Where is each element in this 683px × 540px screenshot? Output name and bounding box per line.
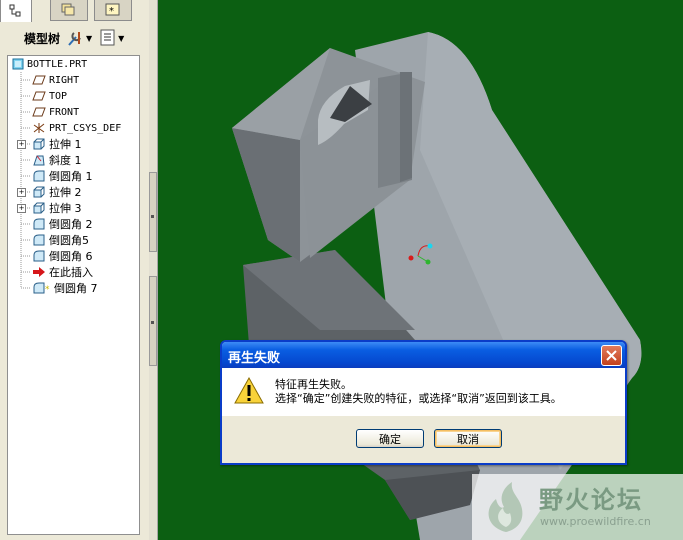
navigator-panel: * 模型树 ▼ ▼ BOTTLE.PRT RIGHT TOP FRONT PRT… <box>0 0 158 540</box>
dialog-title: 再生失败 <box>228 351 281 366</box>
tree-icon <box>9 4 21 17</box>
extrude-icon <box>33 202 45 214</box>
tree-item-draft-1[interactable]: 斜度 1 <box>32 152 82 168</box>
watermark-name: 野火论坛 <box>539 486 643 514</box>
cancel-button[interactable]: 取消 <box>434 429 502 448</box>
favorites-icon: * <box>105 3 120 17</box>
tree-item-label: 斜度 1 <box>49 154 82 167</box>
tree-item-extrude-3[interactable]: 拉伸 3 <box>32 200 82 216</box>
tree-item-label: PRT_CSYS_DEF <box>49 122 122 134</box>
warning-icon <box>234 377 264 404</box>
ok-button[interactable]: 确定 <box>356 429 424 448</box>
navigator-tabs: * <box>0 0 157 22</box>
tab-model-tree[interactable] <box>0 0 32 22</box>
tree-item-label: 倒圆角 2 <box>49 218 93 231</box>
regeneration-failed-dialog[interactable]: 再生失败 特征再生失败。 选择“确定”创建失败的特征，或选择“取消”返回到该工具… <box>220 340 627 465</box>
svg-text:*: * <box>45 285 50 295</box>
model-tree[interactable]: BOTTLE.PRT RIGHT TOP FRONT PRT_CSYS_DEF … <box>7 55 140 535</box>
tree-item-csys[interactable]: PRT_CSYS_DEF <box>32 120 121 136</box>
dialog-message-line2: 选择“确定”创建失败的特征，或选择“取消”返回到该工具。 <box>275 392 562 405</box>
extrude-icon <box>33 186 45 198</box>
tree-item-label: 拉伸 3 <box>49 202 82 215</box>
tree-item-round-7[interactable]: * 倒圆角 7 <box>32 280 98 296</box>
csys-icon <box>33 123 45 133</box>
tree-item-label: 倒圆角5 <box>49 234 89 247</box>
extrude-icon <box>33 138 45 150</box>
model-tree-label: 模型树 <box>24 31 61 46</box>
tree-item-top[interactable]: TOP <box>32 88 67 104</box>
splitter-handle[interactable] <box>149 172 157 252</box>
tree-item-label: 拉伸 1 <box>49 138 82 151</box>
tab-favorites[interactable]: * <box>94 0 132 21</box>
round-icon <box>33 218 45 230</box>
tab-folder-browser[interactable] <box>50 0 88 21</box>
tree-show-button[interactable]: ▼ <box>100 29 124 47</box>
draft-icon <box>33 155 45 166</box>
round-icon <box>33 250 45 262</box>
chevron-down-icon: ▼ <box>118 33 125 43</box>
datum-plane-icon <box>32 91 46 101</box>
dialog-titlebar[interactable]: 再生失败 <box>222 342 625 368</box>
expand-toggle[interactable]: + <box>17 140 26 149</box>
part-icon <box>12 58 24 70</box>
list-icon <box>100 29 115 46</box>
tree-item-right[interactable]: RIGHT <box>32 72 79 88</box>
tree-item-round-6[interactable]: 倒圆角 6 <box>32 248 93 264</box>
tree-item-label: 倒圆角 7 <box>54 282 98 295</box>
model-tree-toolbar: 模型树 ▼ ▼ <box>0 26 157 50</box>
forum-watermark: 野火论坛 www.proewildfire.cn <box>472 474 683 540</box>
tree-item-round-5[interactable]: 倒圆角5 <box>32 232 89 248</box>
datum-plane-icon <box>32 75 46 85</box>
failed-round-icon: * <box>33 282 50 295</box>
chevron-down-icon: ▼ <box>86 33 93 43</box>
flame-logo-icon <box>488 482 523 532</box>
tree-item-label: FRONT <box>49 106 80 118</box>
tools-icon <box>68 32 81 46</box>
tree-item-label: 在此插入 <box>49 266 93 279</box>
tree-settings-button[interactable]: ▼ <box>66 29 92 47</box>
tree-item-label: RIGHT <box>49 74 80 86</box>
tree-item-extrude-2[interactable]: 拉伸 2 <box>32 184 82 200</box>
layers-icon <box>61 3 75 16</box>
close-icon <box>606 350 617 361</box>
close-button[interactable] <box>601 345 622 366</box>
datum-plane-icon <box>32 107 46 117</box>
tree-item-insert-here[interactable]: 在此插入 <box>32 264 93 280</box>
tree-item-label: 拉伸 2 <box>49 186 82 199</box>
tree-item-root[interactable]: BOTTLE.PRT <box>12 56 87 72</box>
tree-item-front[interactable]: FRONT <box>32 104 79 120</box>
tree-item-round-1[interactable]: 倒圆角 1 <box>32 168 93 184</box>
tree-item-round-2[interactable]: 倒圆角 2 <box>32 216 93 232</box>
dialog-body: 特征再生失败。 选择“确定”创建失败的特征，或选择“取消”返回到该工具。 <box>222 368 625 416</box>
insert-arrow-icon <box>33 267 45 277</box>
tree-item-label: TOP <box>49 90 68 102</box>
tree-item-label: 倒圆角 1 <box>49 170 93 183</box>
tree-item-label: BOTTLE.PRT <box>27 58 88 70</box>
tree-item-label: 倒圆角 6 <box>49 250 93 263</box>
svg-text:*: * <box>109 6 114 17</box>
round-icon <box>33 170 45 182</box>
expand-toggle[interactable]: + <box>17 188 26 197</box>
round-icon <box>33 234 45 246</box>
panel-splitter[interactable] <box>149 0 157 540</box>
splitter-grip <box>151 321 154 324</box>
splitter-grip <box>151 215 154 218</box>
watermark-url: www.proewildfire.cn <box>540 515 651 528</box>
tree-item-extrude-1[interactable]: 拉伸 1 <box>32 136 82 152</box>
expand-toggle[interactable]: + <box>17 204 26 213</box>
